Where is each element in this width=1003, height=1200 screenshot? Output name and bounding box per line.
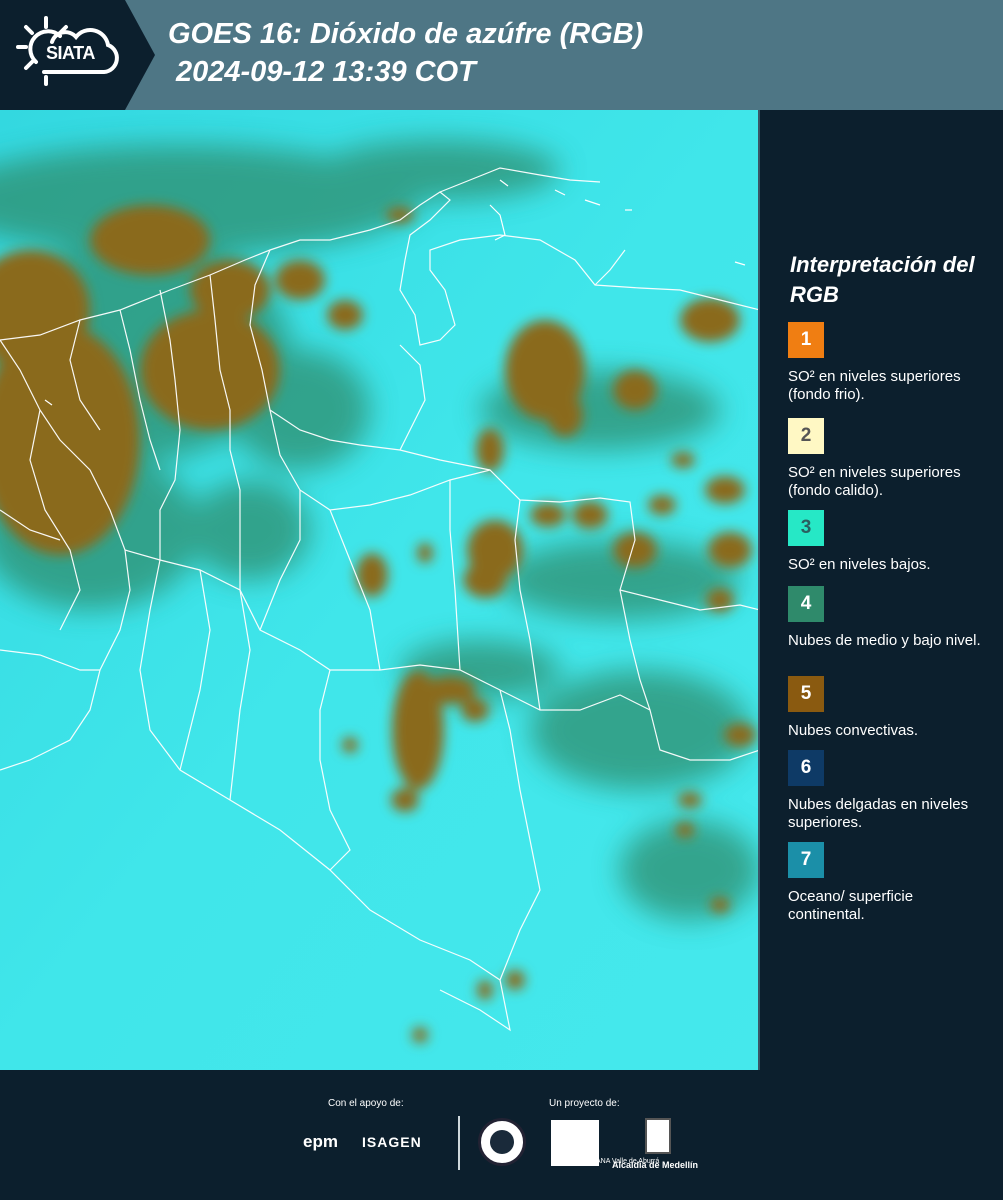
legend-item-2: 2 SO² en niveles superiores (fondo calid… bbox=[788, 418, 988, 500]
support-label: Con el apoyo de: bbox=[328, 1098, 404, 1109]
legend-swatch: 5 bbox=[788, 676, 824, 712]
legend-label: Nubes de medio y bajo nivel. bbox=[788, 632, 981, 649]
map-timestamp: 2024-09-12 13:39 COT bbox=[176, 56, 476, 88]
legend-swatch: 1 bbox=[788, 322, 824, 358]
legend-swatch: 6 bbox=[788, 750, 824, 786]
map-title: GOES 16: Dióxido de azúfre (RGB) bbox=[168, 18, 644, 50]
legend-item-5: 5 Nubes convectivas. bbox=[788, 676, 988, 740]
legend-label: Nubes convectivas. bbox=[788, 722, 919, 739]
legend-swatch: 7 bbox=[788, 842, 824, 878]
alcaldia-shield-icon bbox=[645, 1118, 671, 1154]
legend-label: SO² en niveles bajos. bbox=[788, 556, 931, 573]
legend-label: SO² en niveles superiores (fondo calido)… bbox=[788, 464, 961, 499]
satellite-map bbox=[0, 110, 760, 1070]
legend-swatch: 3 bbox=[788, 510, 824, 546]
siata-logo: SIATA bbox=[0, 0, 155, 110]
legend-item-1: 1 SO² en niveles superiores (fondo frio)… bbox=[788, 322, 988, 404]
footer: Con el apoyo de: Un proyecto de: epm ISA… bbox=[0, 1070, 1003, 1200]
legend-item-7: 7 Oceano/ superficie continental. bbox=[788, 842, 988, 924]
alcaldia-label: Alcaldía de Medellín bbox=[612, 1160, 699, 1170]
legend-label: Nubes delgadas en niveles superiores. bbox=[788, 796, 969, 831]
isagen-logo: ISAGEN bbox=[362, 1134, 422, 1150]
legend-swatch: 2 bbox=[788, 418, 824, 454]
project-label: Un proyecto de: bbox=[549, 1098, 620, 1109]
legend-item-4: 4 Nubes de medio y bajo nivel. bbox=[788, 586, 988, 650]
medellin-seal-logo bbox=[478, 1118, 526, 1166]
legend-swatch: 4 bbox=[788, 586, 824, 622]
footer-divider bbox=[458, 1116, 460, 1170]
legend-title: Interpretación del RGB bbox=[790, 252, 975, 307]
legend-label: SO² en niveles superiores (fondo frio). bbox=[788, 368, 961, 403]
legend-panel: Interpretación del RGB 1 SO² en niveles … bbox=[762, 110, 1003, 1070]
epm-logo: epm bbox=[303, 1132, 338, 1151]
legend-item-6: 6 Nubes delgadas en niveles superiores. bbox=[788, 750, 988, 832]
legend-item-3: 3 SO² en niveles bajos. bbox=[788, 510, 988, 574]
legend-label: Oceano/ superficie continental. bbox=[788, 888, 914, 923]
rgb-satellite-image bbox=[0, 110, 758, 1070]
logo-text: SIATA bbox=[46, 43, 95, 63]
header: SIATA GOES 16: Dióxido de azúfre (RGB) 2… bbox=[0, 0, 1003, 110]
